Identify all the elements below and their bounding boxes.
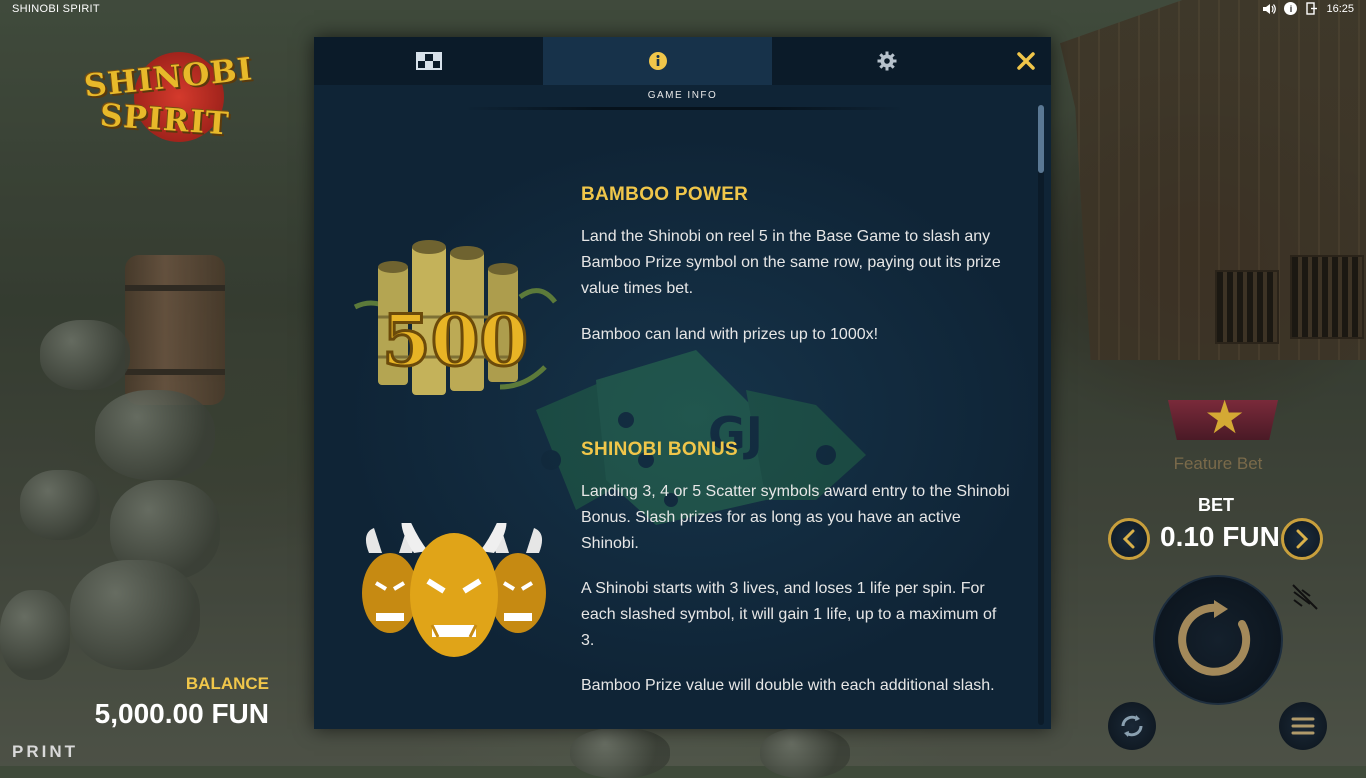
- turbo-off-icon[interactable]: [1290, 582, 1320, 612]
- background-rock: [570, 728, 670, 778]
- background-rock: [70, 560, 200, 670]
- autoplay-icon: [1121, 715, 1143, 737]
- spin-icon: [1178, 600, 1251, 676]
- close-button[interactable]: [1001, 37, 1051, 85]
- modal-body: GJ 500 BAMBOO POWER Land the Shinobi on …: [314, 85, 1051, 729]
- gear-icon: [877, 51, 896, 71]
- background-barrel: [125, 255, 225, 405]
- background-window: [1290, 255, 1364, 339]
- bamboo-prize-value: 500: [382, 299, 528, 382]
- scrollbar-track[interactable]: [1038, 105, 1044, 725]
- system-bar: i 16:25: [1263, 2, 1354, 15]
- info-icon: [648, 52, 667, 70]
- clock: 16:25: [1326, 2, 1354, 15]
- menu-icon: [1291, 717, 1315, 735]
- background-rock: [760, 728, 850, 778]
- feature-title-bamboo-power: BAMBOO POWER: [581, 184, 749, 205]
- feature-text: Land the Shinobi on reel 5 in the Base G…: [581, 228, 1001, 297]
- scrollbar-thumb[interactable]: [1038, 105, 1044, 173]
- bet-decrease-button[interactable]: [1108, 518, 1150, 560]
- balance-label: BALANCE: [185, 674, 269, 693]
- modal-tabs: [314, 37, 1051, 85]
- feature-text: Landing 3, 4 or 5 Scatter symbols award …: [581, 483, 1010, 552]
- game-title: SHINOBI SPIRIT: [12, 3, 100, 15]
- game-logo: SHINOBI SPIRIT: [72, 46, 255, 166]
- background-rock: [20, 470, 100, 540]
- section-divider: [464, 107, 904, 110]
- feature-title-shinobi-bonus: SHINOBI BONUS: [581, 439, 738, 460]
- background-rock: [95, 390, 215, 480]
- spin-button[interactable]: [1153, 575, 1283, 705]
- tab-settings[interactable]: [772, 37, 1001, 85]
- background-window: [1215, 270, 1279, 344]
- feature-text: A Shinobi starts with 3 lives, and loses…: [581, 580, 997, 649]
- feature-text: Bamboo Prize value will double with each…: [581, 677, 995, 694]
- background-rock: [40, 320, 130, 390]
- bamboo-500-symbol: 500: [353, 240, 557, 395]
- balance-value: 5,000.00 FUN: [94, 698, 269, 729]
- background-rock: [0, 590, 70, 680]
- star-icon: ★: [1204, 391, 1246, 443]
- autoplay-button[interactable]: [1108, 702, 1156, 750]
- feature-bet-button[interactable]: ★ Feature Bet: [1158, 394, 1278, 480]
- volume-icon[interactable]: [1263, 2, 1277, 15]
- chevron-left-icon: [1122, 529, 1135, 549]
- feature-text: Bamboo can land with prizes up to 1000x!: [581, 326, 879, 343]
- tab-paytable[interactable]: [314, 37, 543, 85]
- game-info-modal: GJ 500 BAMBOO POWER Land the Shinobi on …: [314, 37, 1051, 729]
- bet-value: 0.10 FUN: [1160, 521, 1280, 552]
- logo-line2: SPIRIT: [98, 97, 231, 143]
- chevron-right-icon: [1296, 529, 1309, 549]
- print-label: PRINT: [12, 742, 78, 761]
- info-icon[interactable]: i: [1284, 2, 1298, 15]
- tab-game-info[interactable]: [543, 37, 772, 85]
- golden-oni-masks-symbol: [362, 523, 546, 657]
- bet-label: BET: [1198, 495, 1234, 515]
- bet-increase-button[interactable]: [1281, 518, 1323, 560]
- exit-icon[interactable]: [1305, 2, 1318, 15]
- feature-bet-label: Feature Bet: [1173, 454, 1263, 473]
- close-icon: [1017, 52, 1035, 70]
- menu-button[interactable]: [1279, 702, 1327, 750]
- section-title: GAME INFO: [647, 90, 718, 101]
- paytable-icon: [415, 52, 442, 70]
